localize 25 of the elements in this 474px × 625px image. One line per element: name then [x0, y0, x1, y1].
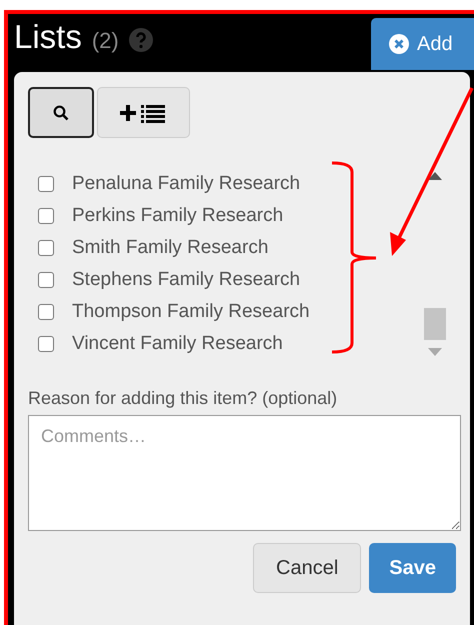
- search-icon: [53, 104, 69, 120]
- checkbox[interactable]: [38, 304, 54, 320]
- scroll-up-icon[interactable]: [428, 172, 442, 180]
- checkbox[interactable]: [38, 208, 54, 224]
- list-count: (2): [92, 28, 119, 54]
- page-title: Lists: [14, 18, 82, 56]
- list-label[interactable]: Thompson Family Research: [72, 301, 310, 323]
- checkbox[interactable]: [38, 240, 54, 256]
- checkbox[interactable]: [38, 176, 54, 192]
- list-label[interactable]: Stephens Family Research: [72, 269, 300, 291]
- scrollbar-thumb[interactable]: [424, 308, 446, 340]
- comments-field[interactable]: Comments…: [28, 415, 461, 531]
- new-list-tab[interactable]: [97, 87, 190, 138]
- close-icon: [389, 34, 409, 54]
- search-tab[interactable]: [28, 87, 94, 138]
- list-label[interactable]: Penaluna Family Research: [72, 173, 300, 195]
- list-label[interactable]: Vincent Family Research: [72, 333, 283, 355]
- cancel-button[interactable]: Cancel: [253, 543, 362, 593]
- checkbox[interactable]: [38, 272, 54, 288]
- list-label[interactable]: Perkins Family Research: [72, 205, 284, 227]
- field-label: Reason for adding this item? (optional): [28, 388, 338, 409]
- checkbox[interactable]: [38, 336, 54, 352]
- list-label[interactable]: Smith Family Research: [72, 237, 268, 259]
- add-button[interactable]: Add: [371, 18, 474, 70]
- save-button[interactable]: Save: [369, 543, 456, 593]
